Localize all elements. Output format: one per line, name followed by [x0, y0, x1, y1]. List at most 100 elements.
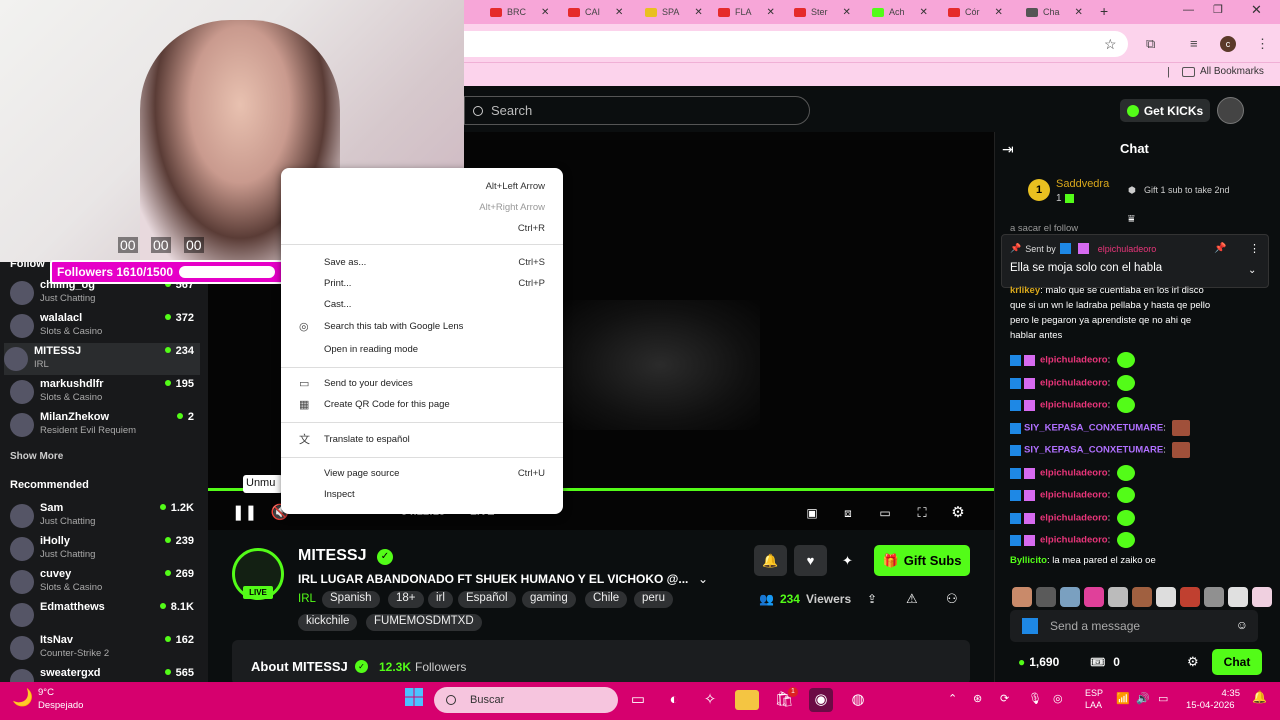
notifications-bell-icon[interactable]: 🔔 — [1252, 690, 1267, 704]
emote-icon[interactable] — [1108, 587, 1128, 607]
follow-heart-icon[interactable]: ♥ — [794, 545, 827, 576]
chrome-icon[interactable]: ◉ — [809, 688, 833, 712]
tab-close-icon[interactable]: ✕ — [541, 7, 549, 18]
chat-username[interactable]: elpichuladeoro — [1040, 378, 1108, 389]
chat-message[interactable]: elpichuladeoro: — [1010, 532, 1135, 548]
search-input[interactable]: Search — [464, 96, 810, 125]
new-tab-button[interactable]: + — [1100, 3, 1108, 19]
bookmark-star-icon[interactable]: ☆ — [1104, 36, 1117, 53]
emote-icon[interactable] — [1036, 587, 1056, 607]
report-warning-icon[interactable]: ⚠ — [906, 591, 918, 607]
context-menu-item[interactable]: Save as... Ctrl+S — [281, 252, 563, 272]
battery-icon[interactable]: ▭ — [1158, 692, 1168, 705]
browser-tab[interactable]: Ach ✕ — [872, 3, 928, 21]
tray-record-icon[interactable]: ◎ — [1053, 692, 1063, 705]
streamer-name[interactable]: MITESSJ — [298, 547, 366, 565]
browser-tab[interactable]: CAI ✕ — [568, 3, 623, 21]
sidebar-channel[interactable]: MilanZhekow Resident Evil Requiem 2 — [10, 409, 200, 441]
chat-message[interactable]: elpichuladeoro: — [1010, 397, 1135, 413]
sidebar-channel[interactable]: cuvey Slots & Casino 269 — [10, 566, 200, 598]
stream-tag[interactable]: Español — [458, 591, 516, 608]
chat-username[interactable]: SIY_KEPASA_CONXETUMARE — [1024, 445, 1163, 456]
kick-boost-icon[interactable]: ✦ — [842, 553, 853, 569]
pause-icon[interactable]: ❚❚ — [232, 504, 257, 522]
emote-icon[interactable] — [1228, 587, 1248, 607]
chat-message[interactable]: SIY_KEPASA_CONXETUMARE: — [1010, 442, 1191, 458]
stream-tag[interactable]: Chile — [585, 591, 628, 608]
chat-send-button[interactable]: Chat — [1212, 649, 1262, 675]
emote-icon[interactable] — [1132, 587, 1152, 607]
stream-tag[interactable]: Spanish — [322, 591, 380, 608]
sidebar-channel[interactable]: MITESSJ IRL 234 — [4, 343, 200, 375]
gift-subs-button[interactable]: 🎁 Gift Subs — [874, 545, 970, 576]
sidebar-channel[interactable]: Edmatthews 8.1K — [10, 599, 200, 631]
add-friend-icon[interactable]: ⚇ — [946, 591, 958, 607]
chat-username[interactable]: krlikey — [1010, 285, 1040, 296]
notification-bell-icon[interactable]: 🔔 — [754, 545, 787, 576]
profile-avatar[interactable]: c — [1220, 36, 1236, 52]
windows-start-icon[interactable] — [402, 688, 426, 712]
tab-close-icon[interactable]: ✕ — [843, 7, 851, 18]
copilot-icon[interactable]: ✧ — [698, 688, 722, 712]
context-menu-item[interactable]: Print... Ctrl+P — [281, 273, 563, 293]
context-menu-item[interactable]: Inspect — [281, 484, 563, 504]
chat-username[interactable]: SIY_KEPASA_CONXETUMARE — [1024, 423, 1163, 434]
context-menu-item[interactable]: Alt+Right Arrow — [281, 197, 563, 217]
omnibox[interactable] — [464, 31, 1128, 57]
context-menu-item[interactable]: ▦ Create QR Code for this page — [281, 394, 563, 414]
pinned-more-icon[interactable]: ⋮ — [1249, 242, 1260, 255]
tab-close-icon[interactable]: ✕ — [995, 7, 1003, 18]
settings-gear-icon[interactable]: ⚙ — [948, 504, 968, 522]
chat-message[interactable]: krlikey: malo que se cuentiaba en los ir… — [1010, 285, 1204, 296]
emote-icon[interactable] — [1060, 587, 1080, 607]
chat-username[interactable]: elpichuladeoro — [1040, 535, 1108, 546]
sidebar-channel[interactable]: ItsNav Counter-Strike 2 162 — [10, 632, 200, 664]
pinned-message[interactable]: 📌 Sent by elpichuladeoro 📌 ⋮ Ella se moj… — [1001, 234, 1269, 288]
emote-icon[interactable] — [1156, 587, 1176, 607]
user-avatar[interactable] — [1217, 97, 1244, 124]
context-menu-item[interactable]: Alt+Left Arrow — [281, 176, 563, 196]
tray-sync-icon[interactable]: ⟳ — [1000, 692, 1009, 705]
emoji-icon[interactable]: ☺ — [1236, 618, 1248, 632]
extensions-icon[interactable]: ⧉ — [1146, 36, 1155, 52]
tray-app-icon[interactable]: ⊛ — [973, 692, 982, 705]
wifi-icon[interactable]: 📶 — [1116, 692, 1130, 705]
sidebar-channel[interactable]: markushdlfr Slots & Casino 195 — [10, 376, 200, 408]
tab-close-icon[interactable]: ✕ — [615, 7, 623, 18]
chat-message[interactable]: pero le pegaron ya aprendiste qe no ahi … — [1010, 315, 1191, 326]
expand-pinned-icon[interactable]: ⌄ — [1248, 265, 1256, 276]
stream-tag[interactable]: gaming — [522, 591, 576, 608]
stream-tag[interactable]: kickchile — [298, 614, 358, 631]
media-controls-icon[interactable]: ≡ — [1190, 36, 1198, 51]
sidebar-channel[interactable]: walalacl Slots & Casino 372 — [10, 310, 200, 342]
sidebar-channel[interactable]: Sam Just Chatting 1.2K — [10, 500, 200, 532]
emote-icon[interactable] — [1204, 587, 1224, 607]
fullscreen-icon[interactable]: ⛶ — [912, 504, 932, 522]
share-icon[interactable]: ⇪ — [867, 592, 877, 606]
gift-prompt[interactable]: Gift 1 sub to take 2nd — [1144, 185, 1230, 195]
tab-close-icon[interactable]: ✕ — [767, 7, 775, 18]
sidebar-channel[interactable]: iHolly Just Chatting 239 — [10, 533, 200, 565]
taskbar-search[interactable]: Buscar — [434, 687, 618, 713]
context-menu-item[interactable]: Open in reading mode — [281, 339, 563, 359]
close-window-icon[interactable]: ✕ — [1251, 2, 1262, 18]
chat-username[interactable]: elpichuladeoro — [1040, 400, 1108, 411]
chat-username[interactable]: elpichuladeoro — [1040, 355, 1108, 366]
all-bookmarks-button[interactable]: All Bookmarks — [1182, 66, 1264, 77]
emote-icon[interactable] — [1012, 587, 1032, 607]
leaderboard-name[interactable]: Saddvedra — [1056, 178, 1109, 190]
theater-mode-icon[interactable]: ▭ — [875, 504, 895, 522]
stream-tag[interactable]: irl — [428, 591, 453, 608]
browser-tab[interactable]: Cór ✕ — [948, 3, 1003, 21]
obs-icon[interactable]: ◍ — [846, 688, 870, 712]
chat-message[interactable]: elpichuladeoro: — [1010, 375, 1135, 391]
filter-icon[interactable]: ⩸ — [1128, 213, 1135, 226]
clip-icon[interactable]: ⧈ — [838, 504, 858, 522]
chat-username[interactable]: Byllicito — [1010, 555, 1047, 566]
language-top[interactable]: ESP — [1085, 688, 1103, 698]
context-menu-item[interactable]: View page source Ctrl+U — [281, 463, 563, 483]
browser-menu-icon[interactable]: ⋮ — [1256, 36, 1269, 52]
kick-balance[interactable]: ● 1,690 — [1018, 655, 1059, 669]
stream-tag[interactable]: peru — [634, 591, 674, 608]
stream-category[interactable]: IRL — [298, 593, 316, 605]
